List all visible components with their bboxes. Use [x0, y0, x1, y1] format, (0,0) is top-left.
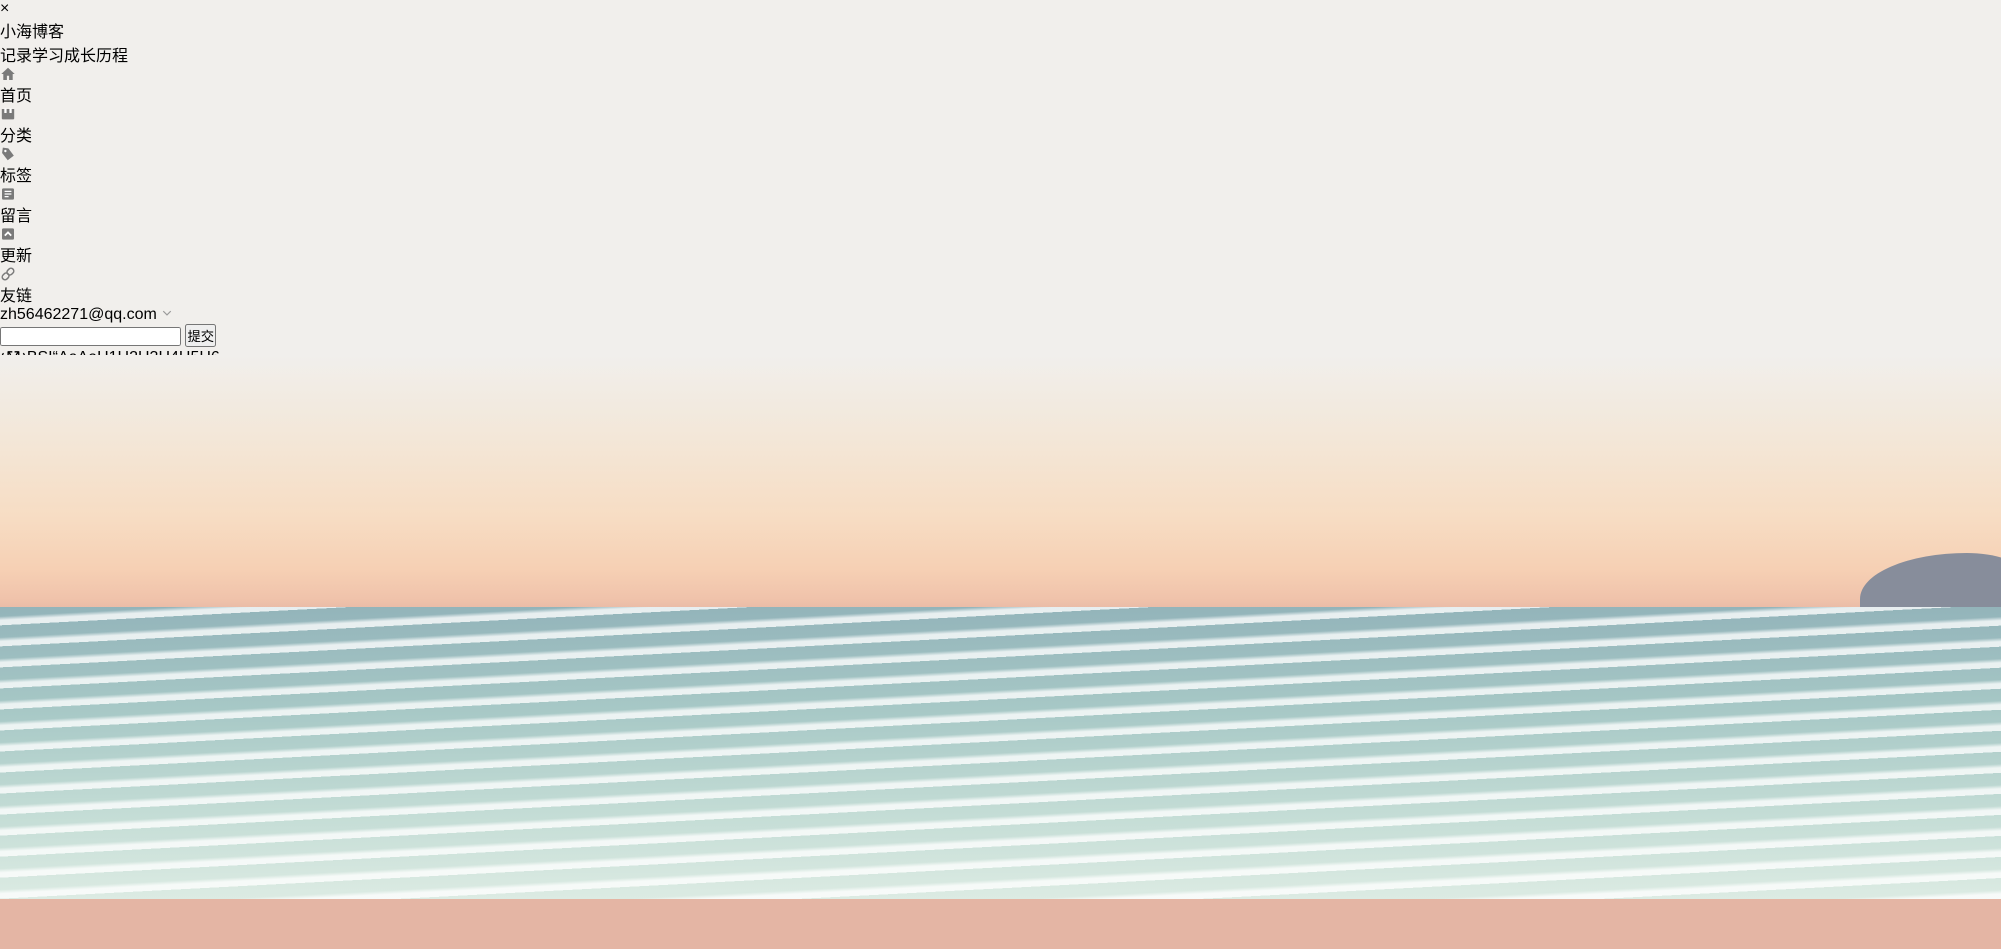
nav-label: 友链: [0, 288, 32, 305]
nav-label: 标签: [0, 168, 32, 185]
site-logo-avatar[interactable]: ×: [0, 0, 2001, 18]
chevron-down-icon: [161, 306, 173, 323]
message-icon: [0, 186, 2001, 202]
background-beach-photo: [0, 355, 2001, 949]
photo-sand: [0, 895, 2001, 949]
tag-icon: [0, 146, 2001, 162]
nav-item-category[interactable]: 分类: [0, 106, 2001, 146]
nav-item-update[interactable]: 更新: [0, 226, 2001, 266]
nav-item-friendlink[interactable]: 友链: [0, 266, 2001, 306]
site-header: × 小海博客 记录学习成长历程 首页分类标签留言更新友链 zh56462271@…: [0, 0, 2001, 324]
site-subtitle: 记录学习成长历程: [0, 42, 2001, 66]
nav-label: 更新: [0, 248, 32, 265]
user-email: zh56462271@qq.com: [0, 306, 157, 323]
nav-label: 首页: [0, 88, 32, 105]
nav-label: 分类: [0, 128, 32, 145]
screen: × 小海博客 记录学习成长历程 首页分类标签留言更新友链 zh56462271@…: [0, 0, 2001, 949]
brand: 小海博客 记录学习成长历程: [0, 18, 2001, 66]
nav-label: 留言: [0, 208, 32, 225]
submit-button[interactable]: 提交: [185, 324, 216, 347]
category-icon: [0, 106, 2001, 122]
friendlink-icon: [0, 266, 2001, 282]
post-title-input[interactable]: [0, 327, 181, 346]
photo-sea: [0, 607, 2001, 899]
main-nav: 首页分类标签留言更新友链: [0, 66, 2001, 306]
site-title: 小海博客: [0, 18, 2001, 42]
compose-bar: 提交: [0, 324, 2001, 347]
nav-item-tag[interactable]: 标签: [0, 146, 2001, 186]
user-menu[interactable]: zh56462271@qq.com: [0, 306, 2001, 324]
home-icon: [0, 66, 2001, 82]
nav-item-home[interactable]: 首页: [0, 66, 2001, 106]
update-icon: [0, 226, 2001, 242]
avatar-mouth: ×: [0, 0, 9, 17]
nav-item-message[interactable]: 留言: [0, 186, 2001, 226]
